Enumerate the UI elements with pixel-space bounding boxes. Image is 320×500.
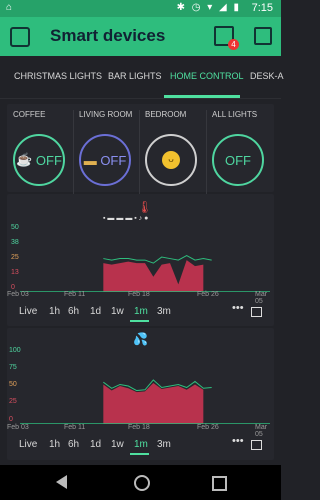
bedroom-button[interactable]: ᴗ: [145, 134, 197, 186]
home-status-icon: ⌂: [6, 2, 13, 13]
tab-bar: CHRISTMAS LIGHTS BAR LIGHTS HOME CONTROL…: [0, 56, 284, 99]
y-tick: 50: [9, 381, 17, 388]
recent-apps-icon[interactable]: [212, 476, 227, 491]
period-indicator: [130, 320, 149, 322]
all-lights-button[interactable]: OFF: [212, 134, 264, 186]
period-3m[interactable]: 3m: [157, 439, 171, 450]
share-icon[interactable]: [251, 440, 262, 450]
x-tick: Feb 11: [64, 424, 86, 431]
more-options-icon[interactable]: •••: [232, 435, 244, 447]
status-bar: ⌂ ✱ ◷ ▾ ◢ ▮ 7:15: [0, 0, 281, 17]
more-options-icon[interactable]: •••: [232, 302, 244, 314]
x-tick: Feb 18: [128, 424, 150, 431]
tab-home-control[interactable]: HOME CONTROL: [170, 71, 244, 81]
y-tick: 50: [11, 224, 19, 231]
all-lights-state: OFF: [225, 152, 251, 168]
humidity-chart-card: 💦 100 75 50 25 0 Feb 03 Feb 11 Feb 18 Fe…: [7, 328, 274, 460]
temperature-chart-plot: [20, 254, 270, 292]
buttons-card: COFFEE LIVING ROOM BEDROOM ALL LIGHTS ☕ …: [7, 104, 274, 198]
period-1m[interactable]: 1m: [134, 439, 148, 450]
coffee-icon: ☕: [16, 152, 33, 167]
app-title: Smart devices: [50, 26, 166, 45]
series-area: [103, 382, 204, 424]
period-live[interactable]: Live: [19, 306, 37, 317]
period-6h[interactable]: 6h: [68, 306, 79, 317]
period-1d[interactable]: 1d: [90, 439, 101, 450]
y-tick: 13: [11, 269, 19, 276]
divider: [206, 110, 207, 198]
period-1w[interactable]: 1w: [111, 306, 124, 317]
status-time: 7:15: [251, 2, 273, 14]
y-tick: 0: [9, 416, 13, 423]
y-tick: 0: [11, 284, 15, 291]
thermometer-icon: 🌡: [137, 200, 153, 214]
coffee-button[interactable]: ☕ OFF: [13, 134, 65, 186]
notification-badge: 4: [228, 39, 239, 50]
android-nav-bar: [0, 465, 281, 500]
period-live[interactable]: Live: [19, 439, 37, 450]
all-lights-label: ALL LIGHTS: [212, 110, 258, 119]
period-1w[interactable]: 1w: [111, 439, 124, 450]
sleeping-face-icon: ᴗ: [162, 151, 180, 169]
tab-desk[interactable]: DESK-A: [250, 71, 284, 81]
x-tick: Feb 26: [197, 424, 219, 431]
app-bar: Smart devices 4: [0, 17, 281, 56]
tab-christmas-lights[interactable]: CHRISTMAS LIGHTS: [14, 71, 102, 81]
living-room-button[interactable]: ▬ OFF: [79, 134, 131, 186]
y-tick: 100: [9, 347, 21, 354]
system-status-icons: ✱ ◷ ▾ ◢ ▮: [176, 2, 241, 13]
exit-icon[interactable]: [10, 27, 30, 47]
coffee-label: COFFEE: [13, 110, 46, 119]
fullscreen-icon[interactable]: [254, 27, 272, 45]
bedroom-label: BEDROOM: [145, 110, 187, 119]
x-tick: Feb 03: [7, 424, 29, 431]
water-drops-icon: 💦: [133, 332, 148, 346]
x-tick: Mar 05: [255, 291, 268, 305]
home-icon[interactable]: [134, 475, 150, 491]
active-tab-indicator: [164, 95, 240, 98]
x-tick: Feb 11: [64, 291, 86, 298]
living-room-state: OFF: [100, 152, 127, 168]
share-icon[interactable]: [251, 307, 262, 317]
tab-bar-lights[interactable]: BAR LIGHTS: [108, 71, 162, 81]
coffee-state: OFF: [35, 152, 62, 168]
x-tick: Mar 05: [255, 424, 268, 438]
living-room-label: LIVING ROOM: [79, 110, 133, 119]
series-line: [103, 254, 212, 264]
divider: [139, 110, 140, 198]
period-1h[interactable]: 1h: [49, 306, 60, 317]
couch-lamp-icon: ▬: [83, 152, 97, 168]
x-tick: Feb 03: [7, 291, 29, 298]
x-tick: Feb 26: [197, 291, 219, 298]
period-indicator: [130, 453, 149, 455]
back-icon[interactable]: [56, 475, 67, 489]
period-1d[interactable]: 1d: [90, 306, 101, 317]
y-tick: 75: [9, 364, 17, 371]
y-tick: 38: [11, 239, 19, 246]
period-1h[interactable]: 1h: [49, 439, 60, 450]
temperature-chart-card: 🌡 ▪ ▬ ▬ ▬ ▪ ♪ ● 50 38 25 13 0 Feb 03 Feb…: [7, 194, 274, 326]
divider: [73, 110, 74, 198]
period-6h[interactable]: 6h: [68, 439, 79, 450]
series-area: [103, 260, 204, 292]
y-tick: 25: [11, 254, 19, 261]
period-3m[interactable]: 3m: [157, 306, 171, 317]
y-tick: 25: [9, 398, 17, 405]
humidity-chart-plot: [20, 379, 270, 424]
period-1m[interactable]: 1m: [134, 306, 148, 317]
x-tick: Feb 18: [128, 291, 150, 298]
